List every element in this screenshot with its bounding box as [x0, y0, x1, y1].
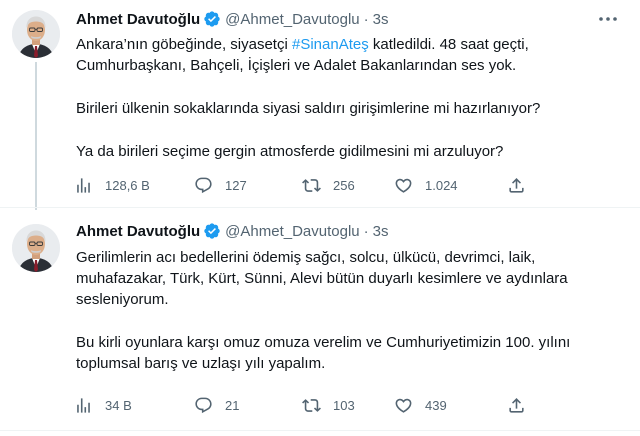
tweet-text: Gerilimlerin acı bedellerini ödemiş sağc… — [76, 247, 626, 374]
hashtag-link[interactable]: #SinanAteş — [292, 36, 369, 53]
tweet-paragraph: Ya da birileri seçime gergin atmosferde … — [76, 143, 504, 160]
like-count: 1.024 — [425, 177, 458, 193]
reply-count: 127 — [225, 177, 247, 193]
tweet-text: Ankara’nın göbeğinde, siyasetçi #SinanAt… — [76, 34, 626, 162]
tweet-paragraph: Birileri ülkenin sokaklarında siyasi sal… — [76, 100, 541, 117]
views-icon — [74, 176, 93, 195]
reply-button[interactable]: 127 — [194, 174, 247, 196]
avatar-image — [12, 10, 60, 58]
tweet-timestamp[interactable]: 3s — [373, 11, 389, 28]
views-count: 34 B — [105, 397, 132, 413]
author-name[interactable]: Ahmet Davutoğlu — [76, 11, 200, 28]
verified-badge-icon — [203, 222, 221, 240]
separator-dot: · — [363, 10, 369, 28]
like-button[interactable]: 1.024 — [394, 174, 458, 196]
verified-badge-icon — [203, 10, 221, 28]
tweet-actions: 34 B 21 103 439 — [74, 394, 544, 416]
retweet-count: 256 — [333, 177, 355, 193]
author-handle[interactable]: @Ahmet_Davutoglu — [225, 223, 359, 240]
tweet-header: Ahmet Davutoğlu @Ahmet_Davutoglu · 3s — [76, 9, 388, 29]
reply-button[interactable]: 21 — [194, 394, 239, 416]
reply-icon — [194, 176, 213, 195]
tweet[interactable]: Ahmet Davutoğlu @Ahmet_Davutoglu · 3s Ge… — [0, 208, 640, 433]
views-button[interactable]: 34 B — [74, 394, 132, 416]
like-button[interactable]: 439 — [394, 394, 447, 416]
thread-connector-line — [35, 62, 37, 210]
retweet-button[interactable]: 256 — [302, 174, 355, 196]
retweet-icon — [302, 176, 321, 195]
retweet-icon — [302, 396, 321, 415]
tweet[interactable]: Ahmet Davutoğlu @Ahmet_Davutoglu · 3s An… — [0, 0, 640, 210]
retweet-count: 103 — [333, 397, 355, 413]
share-button[interactable] — [507, 394, 526, 416]
avatar-image — [12, 224, 60, 272]
retweet-button[interactable]: 103 — [302, 394, 355, 416]
author-name[interactable]: Ahmet Davutoğlu — [76, 223, 200, 240]
divider — [0, 430, 640, 431]
like-count: 439 — [425, 397, 447, 413]
tweet-paragraph: Gerilimlerin acı bedellerini ödemiş sağc… — [76, 249, 568, 308]
share-icon — [507, 396, 526, 415]
tweet-paragraph: Ankara’nın göbeğinde, siyasetçi #SinanAt… — [76, 34, 626, 76]
share-button[interactable] — [507, 174, 526, 196]
tweet-header: Ahmet Davutoğlu @Ahmet_Davutoglu · 3s — [76, 221, 388, 241]
more-options-icon[interactable] — [596, 9, 620, 29]
reply-count: 21 — [225, 397, 240, 413]
like-icon — [394, 176, 413, 195]
share-icon — [507, 176, 526, 195]
avatar[interactable] — [12, 224, 60, 272]
views-button[interactable]: 128,6 B — [74, 174, 150, 196]
like-icon — [394, 396, 413, 415]
tweet-paragraph: Bu kirli oyunlara karşı omuz omuza verel… — [76, 334, 571, 372]
separator-dot: · — [363, 222, 369, 240]
avatar[interactable] — [12, 10, 60, 58]
views-count: 128,6 B — [105, 177, 150, 193]
author-handle[interactable]: @Ahmet_Davutoglu — [225, 11, 359, 28]
tweet-actions: 128,6 B 127 256 1.024 — [74, 174, 544, 196]
tweet-text-segment: Ankara’nın göbeğinde, siyasetçi — [76, 36, 292, 53]
reply-icon — [194, 396, 213, 415]
views-icon — [74, 396, 93, 415]
tweet-timestamp[interactable]: 3s — [373, 223, 389, 240]
